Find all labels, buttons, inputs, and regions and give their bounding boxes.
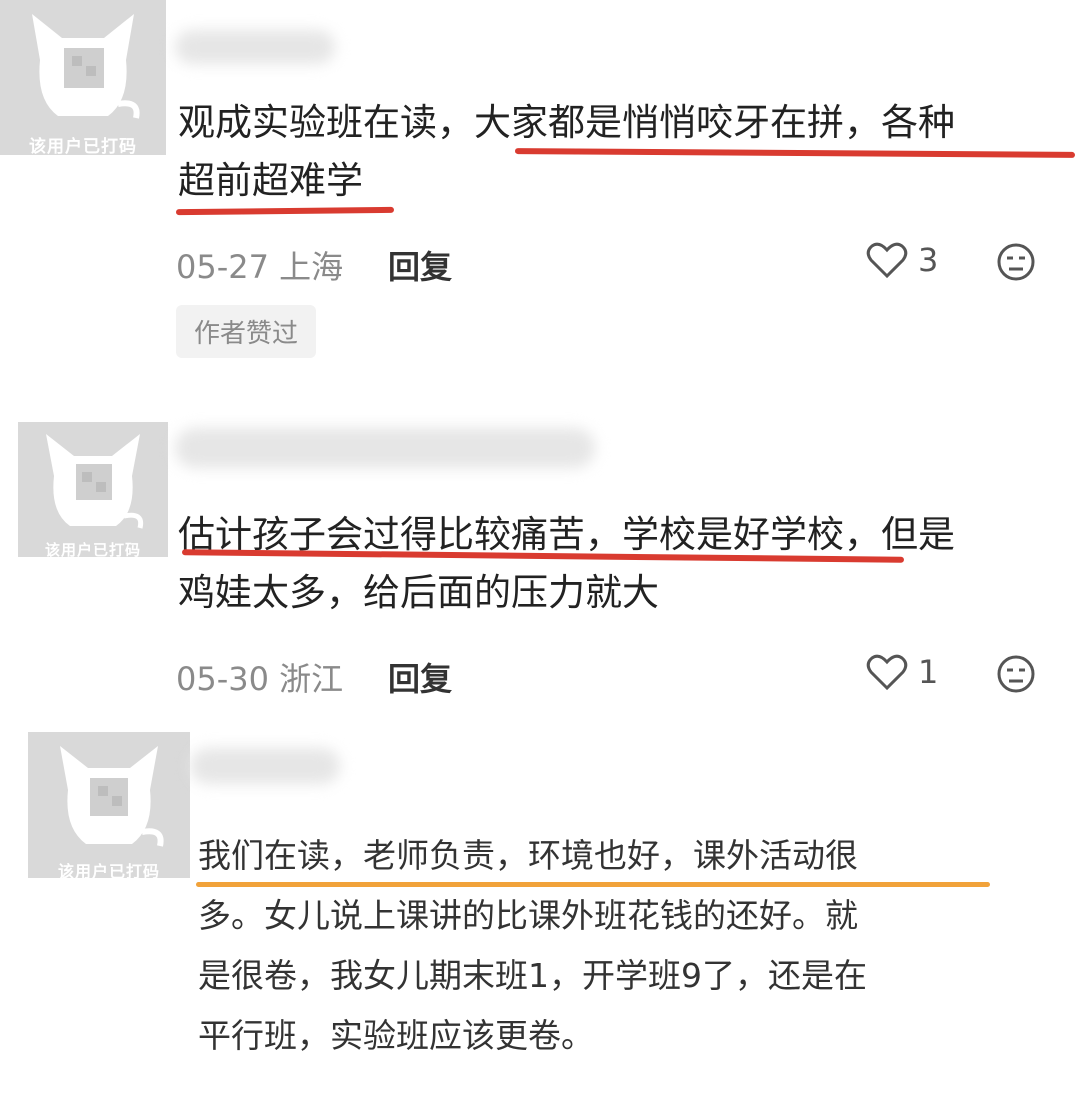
comment-line: 平行班，实验班应该更卷。 [198,1016,594,1055]
reaction-button[interactable] [996,242,1036,286]
emoji-face-icon [997,655,1035,693]
comment-line: 我们在读，老师负责，环境也好，课外活动很 [198,836,858,875]
author-liked-tag: 作者赞过 [176,305,317,358]
comment-meta: 05-30 浙江 [176,654,343,700]
avatar-mask-label: 该用户已打码 [44,541,141,557]
comment-line: 鸡娃太多，给后面的压力就大 [178,571,659,614]
like-button[interactable]: 3 [866,240,938,280]
blurred-username [175,428,595,468]
reply-button[interactable]: 回复 [388,242,452,288]
highlight-underline [196,882,990,887]
avatar[interactable]: 该用户已打码 [0,0,166,155]
highlight-underline [175,206,395,216]
comment-date: 05-27 [176,248,269,286]
cat-avatar-icon [60,746,164,847]
reply-button[interactable]: 回复 [388,654,452,700]
avatar[interactable]: 该用户已打码 [28,732,190,878]
avatar[interactable]: 该用户已打码 [18,422,168,557]
heart-icon [866,242,908,279]
avatar-mask-label: 该用户已打码 [29,137,137,155]
reaction-button[interactable] [996,654,1036,698]
comment-date: 05-30 [176,660,269,698]
emoji-face-icon [997,243,1035,281]
like-count: 3 [918,241,939,279]
like-count: 1 [918,653,939,691]
blurred-username [190,748,340,784]
avatar-mask-label: 该用户已打码 [57,862,160,878]
cat-avatar-icon [46,434,144,529]
comment-location: 浙江 [279,660,344,698]
heart-icon [866,654,908,691]
comment-line: 观成实验班在读，大家都是悄悄咬牙在拼，各种 [178,101,955,144]
comment-text: 估计孩子会过得比较痛苦，学校是好学校，但是 鸡娃太多，给后面的压力就大 [178,506,955,622]
comment-meta: 05-27 上海 [176,242,343,288]
comment-line: 超前超难学 [178,159,363,202]
comment-line: 多。女儿说上课讲的比课外班花钱的还好。就 [198,896,858,935]
comment-location: 上海 [279,248,344,286]
comment-text: 我们在读，老师负责，环境也好，课外活动很 多。女儿说上课讲的比课外班花钱的还好。… [198,826,867,1066]
blurred-username [175,30,335,64]
comment-line: 是很卷，我女儿期末班1，开学班9了，还是在 [198,956,867,995]
like-button[interactable]: 1 [866,652,938,692]
